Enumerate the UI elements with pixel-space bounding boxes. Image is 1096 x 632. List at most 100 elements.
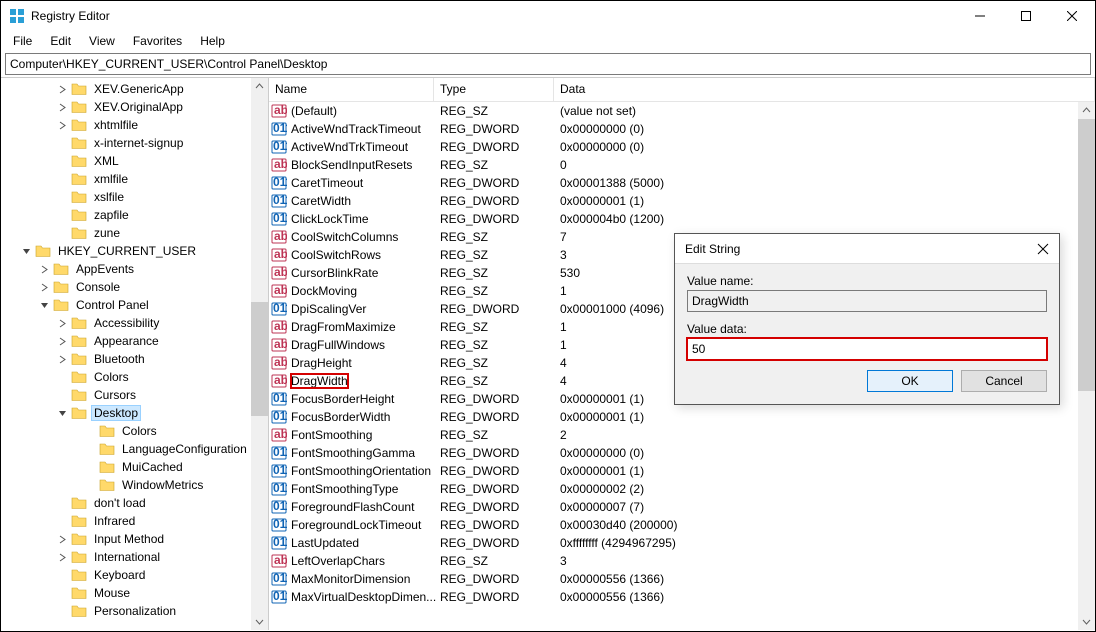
tree-twisty-icon[interactable]	[55, 532, 69, 546]
scroll-down-icon[interactable]	[1078, 613, 1095, 630]
tree-item[interactable]: Colors	[1, 422, 268, 440]
tree-item[interactable]: xmlfile	[1, 170, 268, 188]
tree-item[interactable]: Appearance	[1, 332, 268, 350]
menu-view[interactable]: View	[81, 32, 123, 50]
ok-button[interactable]: OK	[867, 370, 953, 392]
tree-item[interactable]: Mouse	[1, 584, 268, 602]
value-type: REG_DWORD	[434, 392, 554, 406]
registry-value-row[interactable]: MaxVirtualDesktopDimen...REG_DWORD0x0000…	[269, 588, 1095, 606]
tree-item[interactable]: Accessibility	[1, 314, 268, 332]
list-scrollbar[interactable]	[1078, 102, 1095, 630]
tree-item[interactable]: Control Panel	[1, 296, 268, 314]
tree-pane[interactable]: XEV.GenericAppXEV.OriginalAppxhtmlfilex-…	[1, 78, 269, 630]
maximize-button[interactable]	[1003, 1, 1049, 31]
tree-item[interactable]: LanguageConfiguration	[1, 440, 268, 458]
tree-item[interactable]: AppEvents	[1, 260, 268, 278]
registry-value-row[interactable]: BlockSendInputResetsREG_SZ0	[269, 156, 1095, 174]
tree-item[interactable]: WindowMetrics	[1, 476, 268, 494]
scroll-down-icon[interactable]	[251, 613, 268, 630]
tree-twisty-icon[interactable]	[37, 298, 51, 312]
registry-value-row[interactable]: LeftOverlapCharsREG_SZ3	[269, 552, 1095, 570]
registry-value-row[interactable]: MaxMonitorDimensionREG_DWORD0x00000556 (…	[269, 570, 1095, 588]
reg-dword-icon	[271, 139, 287, 155]
tree-item[interactable]: Input Method	[1, 530, 268, 548]
registry-value-row[interactable]: ForegroundLockTimeoutREG_DWORD0x00030d40…	[269, 516, 1095, 534]
reg-dword-icon	[271, 175, 287, 191]
registry-value-row[interactable]: ForegroundFlashCountREG_DWORD0x00000007 …	[269, 498, 1095, 516]
tree-scrollbar[interactable]	[251, 78, 268, 630]
tree-item[interactable]: Personalization	[1, 602, 268, 620]
minimize-button[interactable]	[957, 1, 1003, 31]
tree-twisty-icon[interactable]	[55, 118, 69, 132]
reg-dword-icon	[271, 301, 287, 317]
column-type[interactable]: Type	[434, 78, 554, 101]
reg-sz-icon	[271, 337, 287, 353]
tree-item[interactable]: xhtmlfile	[1, 116, 268, 134]
tree-twisty-icon[interactable]	[55, 406, 69, 420]
list-header[interactable]: Name Type Data	[269, 78, 1095, 102]
value-name: CoolSwitchColumns	[291, 230, 398, 244]
registry-value-row[interactable]: ActiveWndTrkTimeoutREG_DWORD0x00000000 (…	[269, 138, 1095, 156]
column-name[interactable]: Name	[269, 78, 434, 101]
menu-file[interactable]: File	[5, 32, 40, 50]
registry-value-row[interactable]: LastUpdatedREG_DWORD0xffffffff (42949672…	[269, 534, 1095, 552]
tree-item[interactable]: XML	[1, 152, 268, 170]
registry-value-row[interactable]: ActiveWndTrackTimeoutREG_DWORD0x00000000…	[269, 120, 1095, 138]
tree-item[interactable]: Keyboard	[1, 566, 268, 584]
registry-value-row[interactable]: FocusBorderWidthREG_DWORD0x00000001 (1)	[269, 408, 1095, 426]
tree-item[interactable]: XEV.OriginalApp	[1, 98, 268, 116]
dialog-titlebar[interactable]: Edit String	[675, 234, 1059, 264]
menu-edit[interactable]: Edit	[42, 32, 79, 50]
tree-item[interactable]: xslfile	[1, 188, 268, 206]
tree-item[interactable]: Infrared	[1, 512, 268, 530]
registry-value-row[interactable]: FontSmoothingREG_SZ2	[269, 426, 1095, 444]
tree-item[interactable]: MuiCached	[1, 458, 268, 476]
tree-item[interactable]: International	[1, 548, 268, 566]
value-type: REG_DWORD	[434, 572, 554, 586]
tree-item[interactable]: don't load	[1, 494, 268, 512]
tree-twisty-icon[interactable]	[55, 82, 69, 96]
tree-item[interactable]: HKEY_CURRENT_USER	[1, 242, 268, 260]
registry-value-row[interactable]: ClickLockTimeREG_DWORD0x000004b0 (1200)	[269, 210, 1095, 228]
tree-item[interactable]: XEV.GenericApp	[1, 80, 268, 98]
close-button[interactable]	[1049, 1, 1095, 31]
registry-value-row[interactable]: FontSmoothingGammaREG_DWORD0x00000000 (0…	[269, 444, 1095, 462]
tree-twisty-icon[interactable]	[55, 550, 69, 564]
tree-item[interactable]: Colors	[1, 368, 268, 386]
scroll-up-icon[interactable]	[1078, 102, 1095, 119]
tree-item[interactable]: Console	[1, 278, 268, 296]
value-name: FocusBorderWidth	[291, 410, 390, 424]
tree-item[interactable]: zune	[1, 224, 268, 242]
registry-value-row[interactable]: CaretTimeoutREG_DWORD0x00001388 (5000)	[269, 174, 1095, 192]
value-name-input[interactable]	[687, 290, 1047, 312]
cancel-button[interactable]: Cancel	[961, 370, 1047, 392]
menu-help[interactable]: Help	[192, 32, 233, 50]
tree-twisty-icon[interactable]	[55, 334, 69, 348]
address-bar[interactable]: Computer\HKEY_CURRENT_USER\Control Panel…	[5, 53, 1091, 75]
tree-item[interactable]: x-internet-signup	[1, 134, 268, 152]
tree-item[interactable]: Desktop	[1, 404, 268, 422]
tree-twisty-icon[interactable]	[19, 244, 33, 258]
value-data-input[interactable]	[687, 338, 1047, 360]
registry-value-row[interactable]: FontSmoothingOrientationREG_DWORD0x00000…	[269, 462, 1095, 480]
tree-twisty-icon[interactable]	[37, 280, 51, 294]
tree-twisty-icon[interactable]	[37, 262, 51, 276]
value-type: REG_SZ	[434, 158, 554, 172]
reg-dword-icon	[271, 409, 287, 425]
tree-item[interactable]: zapfile	[1, 206, 268, 224]
registry-value-row[interactable]: (Default)REG_SZ(value not set)	[269, 102, 1095, 120]
tree-twisty-icon[interactable]	[55, 352, 69, 366]
scroll-up-icon[interactable]	[251, 78, 268, 95]
tree-twisty-icon[interactable]	[55, 100, 69, 114]
column-data[interactable]: Data	[554, 78, 1095, 101]
registry-value-row[interactable]: FontSmoothingTypeREG_DWORD0x00000002 (2)	[269, 480, 1095, 498]
tree-item[interactable]: Bluetooth	[1, 350, 268, 368]
tree-item-label: Personalization	[91, 604, 179, 618]
tree-item-label: Input Method	[91, 532, 167, 546]
tree-twisty-icon[interactable]	[55, 316, 69, 330]
value-type: REG_SZ	[434, 338, 554, 352]
close-icon[interactable]	[1037, 243, 1049, 255]
tree-item[interactable]: Cursors	[1, 386, 268, 404]
menu-favorites[interactable]: Favorites	[125, 32, 190, 50]
registry-value-row[interactable]: CaretWidthREG_DWORD0x00000001 (1)	[269, 192, 1095, 210]
